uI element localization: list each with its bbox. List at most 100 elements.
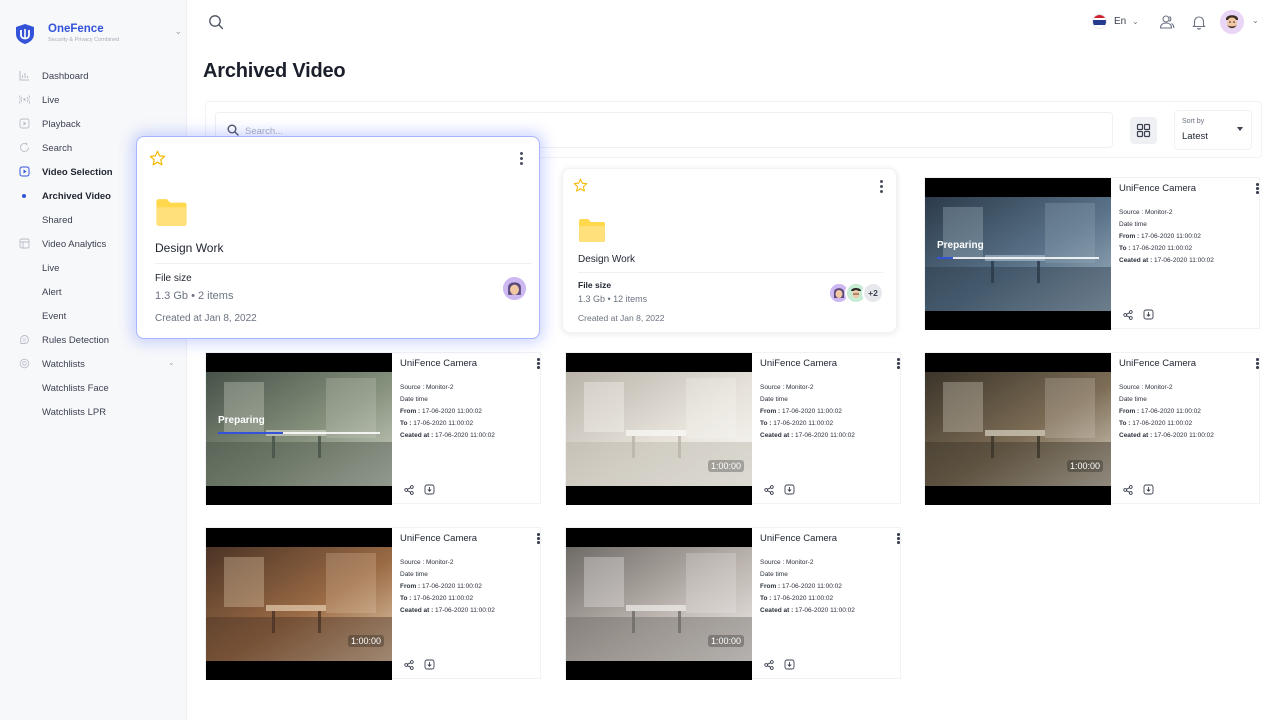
analytics-icon [19, 238, 30, 249]
grid-view-button[interactable] [1130, 117, 1157, 144]
download-icon[interactable] [784, 484, 795, 495]
more-options-icon[interactable] [519, 152, 523, 166]
sidebar-item-watchlists-lpr[interactable]: Watchlists LPR [0, 400, 186, 424]
avatar-face-icon [1220, 10, 1244, 34]
more-options-icon[interactable] [537, 533, 540, 545]
video-from: From : 17-06-2020 11:00:02 [1119, 233, 1201, 240]
bell-icon[interactable] [1191, 14, 1207, 30]
rules-icon [20, 335, 29, 344]
video-card[interactable]: Preparing UniFence Camera Source : Monit… [205, 352, 541, 505]
from-label: From : [400, 408, 421, 415]
video-thumbnail[interactable]: 1:00:00 [566, 528, 752, 680]
share-icon[interactable] [1123, 310, 1133, 320]
video-from: From : 17-06-2020 11:00:02 [400, 408, 482, 415]
sidebar-item-dashboard[interactable]: Dashboard [0, 64, 186, 88]
download-icon[interactable] [784, 659, 795, 670]
created-date: Created at Jan 8, 2022 [155, 313, 257, 324]
camera-name: UniFence Camera [1119, 358, 1197, 369]
to-label: To : [400, 595, 412, 602]
video-to: To : 17-06-2020 11:00:02 [760, 420, 833, 427]
created-date: Created at Jan 8, 2022 [578, 313, 665, 323]
from-label: From : [400, 583, 421, 590]
video-card[interactable]: 1:00:00 UniFence Camera Source : Monitor… [924, 352, 1260, 505]
page-title: Archived Video [203, 60, 346, 82]
from-value: 17-06-2020 11:00:02 [780, 408, 842, 415]
video-card[interactable]: 1:00:00 UniFence Camera Source : Monitor… [205, 527, 541, 680]
share-icon[interactable] [764, 485, 774, 495]
video-card[interactable]: Preparing UniFence Camera Source : Monit… [924, 177, 1260, 330]
from-value: 17-06-2020 11:00:02 [780, 583, 842, 590]
more-members-badge[interactable]: +2 [862, 282, 884, 304]
created-label: Ceated at : [400, 607, 434, 614]
share-icon[interactable] [1123, 485, 1133, 495]
created-value: 17-06-2020 11:00:02 [1152, 432, 1214, 439]
share-icon[interactable] [404, 485, 414, 495]
sidebar-item-label: Event [42, 310, 67, 322]
brand-tagline: Security & Privacy Combined [48, 37, 120, 43]
video-thumbnail[interactable]: Preparing [206, 353, 392, 505]
share-icon[interactable] [404, 660, 414, 670]
video-thumbnail[interactable]: 1:00:00 [925, 353, 1111, 505]
chevron-down-icon[interactable]: ⌄ [174, 26, 182, 37]
sort-value: Latest [1182, 131, 1208, 142]
file-size-value: 1.3 Gb • 12 items [578, 294, 648, 304]
download-icon[interactable] [424, 484, 435, 495]
created-label: Ceated at : [760, 607, 794, 614]
video-datetime-label: Date time [1119, 221, 1147, 228]
camera-name: UniFence Camera [760, 533, 838, 544]
sidebar-item-label: Video Analytics [42, 238, 107, 250]
thailand-flag-icon [1092, 14, 1107, 29]
to-label: To : [760, 420, 772, 427]
camera-name: UniFence Camera [760, 358, 838, 369]
star-icon[interactable] [573, 178, 588, 193]
sidebar-item-playback[interactable]: Playback [0, 112, 186, 136]
video-info: UniFence Camera Source : Monitor-2 Date … [1119, 178, 1259, 330]
sidebar-item-live[interactable]: Live [0, 88, 186, 112]
users-icon[interactable] [1159, 14, 1175, 30]
sidebar-item-watchlists[interactable]: Watchlists ⌄ [0, 352, 186, 376]
search-history-icon [20, 142, 29, 152]
download-icon[interactable] [1143, 484, 1154, 495]
folder-card[interactable]: Design Work File size 1.3 Gb • 12 items … [562, 168, 897, 333]
language-selector[interactable]: En ⌄ [1092, 13, 1144, 31]
more-options-icon[interactable] [897, 533, 900, 545]
language-label: En [1114, 16, 1127, 27]
search-icon[interactable] [208, 14, 224, 30]
more-options-icon[interactable] [537, 358, 540, 370]
video-card[interactable]: 1:00:00 UniFence Camera Source : Monitor… [565, 352, 901, 505]
chevron-down-icon[interactable]: ⌄ [168, 358, 175, 367]
video-created: Ceated at : 17-06-2020 11:00:02 [400, 432, 495, 439]
from-label: From : [1119, 408, 1140, 415]
chevron-down-icon[interactable]: ⌄ [1252, 16, 1259, 25]
camera-name: UniFence Camera [400, 533, 478, 544]
video-thumbnail[interactable]: Preparing [925, 178, 1111, 330]
video-thumbnail[interactable]: 1:00:00 [566, 353, 752, 505]
video-card[interactable]: 1:00:00 UniFence Camera Source : Monitor… [565, 527, 901, 680]
live-signal-icon [19, 95, 30, 104]
folder-card-hovered[interactable]: Design Work File size 1.3 Gb • 2 items C… [136, 136, 540, 339]
video-from: From : 17-06-2020 11:00:02 [1119, 408, 1201, 415]
download-icon[interactable] [424, 659, 435, 670]
video-to: To : 17-06-2020 11:00:02 [1119, 245, 1192, 252]
from-value: 17-06-2020 11:00:02 [420, 408, 482, 415]
brand[interactable]: OneFence Security & Privacy Combined ⌄ [12, 20, 184, 48]
video-frame-image [925, 197, 1111, 311]
sidebar-item-label: Watchlists LPR [42, 406, 107, 418]
sort-dropdown[interactable]: Sort by Latest [1174, 110, 1252, 150]
more-options-icon[interactable] [879, 180, 883, 194]
user-avatar[interactable] [1220, 10, 1244, 34]
download-icon[interactable] [1143, 309, 1154, 320]
from-label: From : [760, 583, 781, 590]
video-thumbnail[interactable]: 1:00:00 [206, 528, 392, 680]
video-source: Source : Monitor-2 [760, 559, 814, 566]
more-options-icon[interactable] [1256, 183, 1259, 195]
star-icon[interactable] [149, 150, 166, 167]
more-options-icon[interactable] [1256, 358, 1259, 370]
share-icon[interactable] [764, 660, 774, 670]
status-preparing: Preparing [218, 415, 265, 426]
more-options-icon[interactable] [897, 358, 900, 370]
video-info: UniFence Camera Source : Monitor-2 Date … [400, 353, 540, 505]
sidebar-item-watchlists-face[interactable]: Watchlists Face [0, 376, 186, 400]
status-preparing: Preparing [937, 240, 984, 251]
divider [155, 263, 532, 264]
